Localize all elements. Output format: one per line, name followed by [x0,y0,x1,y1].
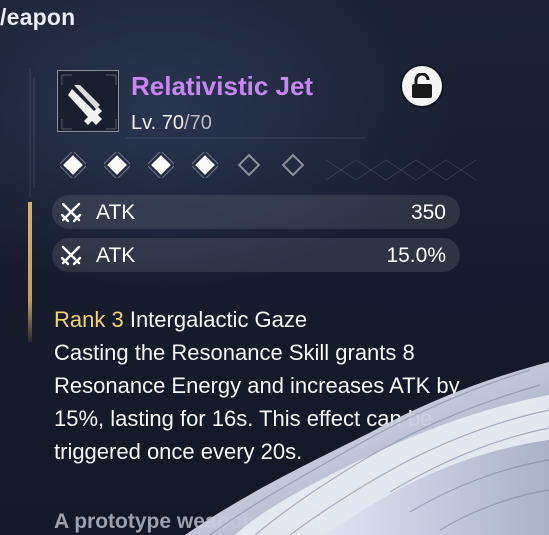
pistol-icon [61,74,117,130]
unlock-icon [412,73,432,98]
crossed-swords-icon [60,202,82,223]
passive-title: Intergalactic Gaze [123,307,308,332]
rank-pip-filled-icon [192,152,218,178]
rank-pip-empty-icon [281,153,305,177]
page-title: /eapon [0,4,76,30]
lore-text: A prototype weapon designed by the [54,510,421,533]
rank-pip-filled-icon [104,152,130,178]
level-max: /70 [184,112,212,134]
stat-row-atk-percent: ATK 15.0% [52,238,460,272]
rank-pip-filled-icon [60,152,86,178]
weapon-level: Lv. 70/70 [131,112,212,135]
stat-name: ATK [96,201,136,224]
stat-row-base-atk: ATK 350 [52,195,460,229]
rank-pip-filled-icon [148,152,174,178]
level-prefix: Lv. [131,112,162,134]
stat-value: 350 [410,201,446,224]
stat-value: 15.0% [386,244,446,267]
weapon-name: Relativistic Jet [131,71,314,101]
weapon-portrait [57,70,119,132]
rank-pip-empty-icon [237,153,261,177]
passive-skill: Rank 3 Intergalactic Gaze Casting the Re… [54,303,474,468]
accent-bar [28,202,32,342]
stat-name: ATK [96,244,136,267]
passive-description: Casting the Resonance Skill grants 8 Res… [54,340,460,464]
level-current: 70 [161,112,185,134]
crossed-swords-icon [60,245,82,266]
passive-rank-label: Rank 3 [54,307,124,332]
lock-button[interactable] [402,66,442,106]
